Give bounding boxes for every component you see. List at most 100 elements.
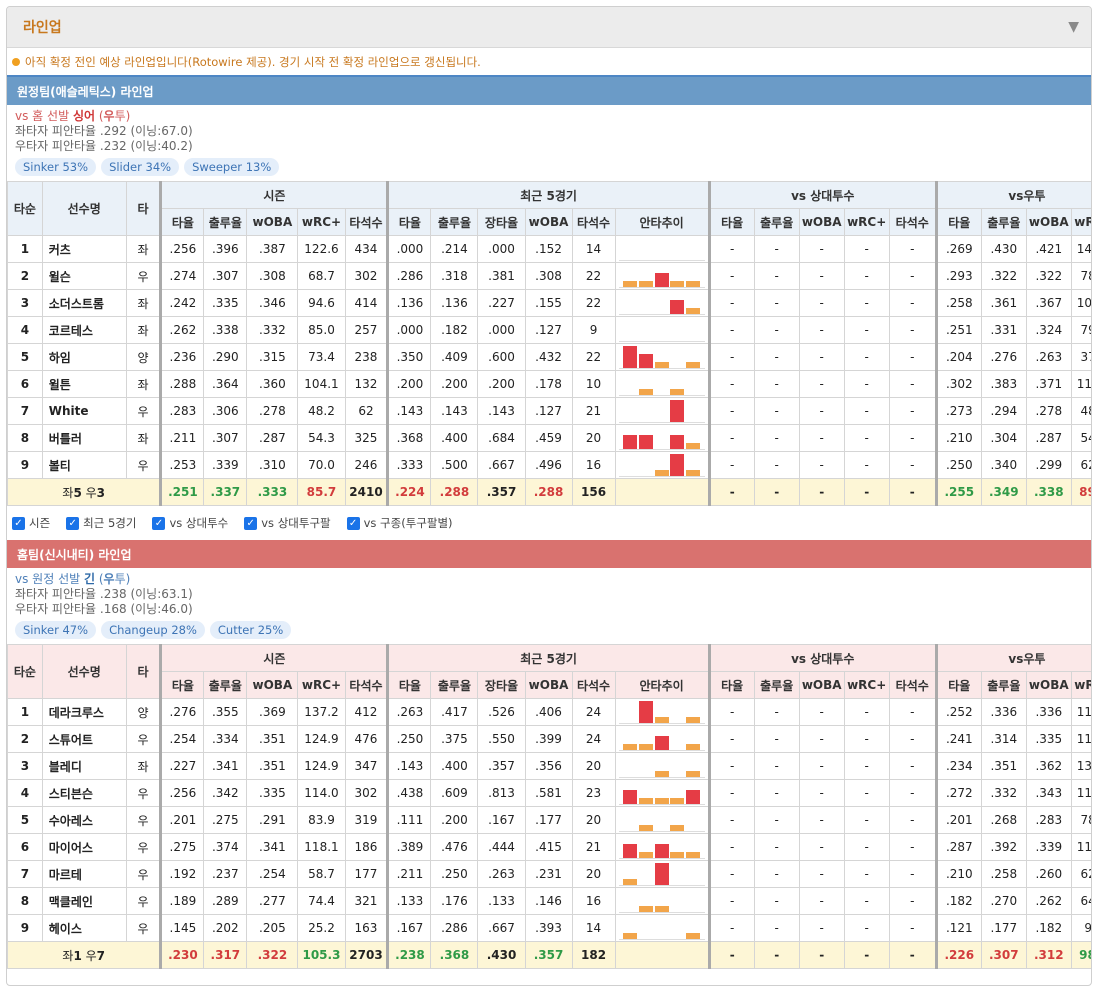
col-season-stat[interactable]: wOBA [246, 671, 299, 699]
recent-stat: 20 [571, 860, 616, 888]
season-stat: .211 [159, 424, 205, 452]
check-icon[interactable]: ✓ [66, 516, 80, 530]
col-season-stat[interactable]: wOBA [246, 208, 299, 236]
hit-trend-bar [654, 798, 669, 804]
col-vs-pitcher-stat[interactable]: 출루율 [753, 671, 800, 699]
player-name[interactable]: 스티븐슨 [41, 779, 127, 807]
recent-stat: .200 [430, 806, 479, 834]
col-recent-stat[interactable]: 타석수 [571, 208, 616, 236]
col-vs-pitcher-stat[interactable]: 타석수 [888, 208, 937, 236]
player-name[interactable]: 스튜어트 [41, 725, 127, 753]
col-vs-hand-stat[interactable]: wOBA [1025, 671, 1072, 699]
col-vs-pitcher-stat[interactable]: wRC+ [843, 671, 890, 699]
col-vs-hand-stat[interactable]: 타율 [934, 671, 982, 699]
col-season-stat[interactable]: wRC+ [297, 208, 346, 236]
vs-pitcher-stat: - [798, 914, 845, 942]
player-name[interactable]: 윌튼 [41, 370, 127, 398]
summary-vs-pitcher-stat: - [753, 478, 800, 506]
player-name[interactable]: White [41, 397, 127, 425]
hit-trend-bar [685, 744, 700, 750]
col-recent-stat[interactable]: 안타추이 [614, 208, 710, 236]
col-player[interactable]: 선수명 [41, 181, 127, 236]
col-vs-pitcher-stat[interactable]: 타율 [707, 208, 755, 236]
player-name[interactable]: 소더스트롬 [41, 289, 127, 317]
col-vs-hand-stat[interactable]: wOBA [1025, 208, 1072, 236]
col-season-stat[interactable]: 출루율 [203, 671, 248, 699]
col-vs-hand-stat[interactable]: 출루율 [980, 671, 1027, 699]
col-recent-stat[interactable]: 타석수 [571, 671, 616, 699]
player-name[interactable]: 헤이스 [41, 914, 127, 942]
filter-checkbox[interactable]: ✓ vs 상대투구팔 [244, 515, 331, 531]
col-vs-hand-stat[interactable]: 타율 [934, 208, 982, 236]
player-name[interactable]: 코르테스 [41, 316, 127, 344]
col-vs-pitcher-stat[interactable]: 타율 [707, 671, 755, 699]
player-name[interactable]: 하임 [41, 343, 127, 371]
col-recent-stat[interactable]: 타율 [386, 671, 432, 699]
player-name[interactable]: 수아레스 [41, 806, 127, 834]
collapse-triangle-icon[interactable]: ▼ [1068, 19, 1079, 35]
check-icon[interactable]: ✓ [152, 516, 166, 530]
vs-hand-stat: .302 [934, 370, 982, 398]
col-order[interactable]: 타순 [7, 644, 43, 699]
filter-checkbox[interactable]: ✓ 최근 5경기 [66, 515, 136, 531]
season-stat: 302 [344, 262, 389, 290]
batting-order: 3 [7, 289, 43, 317]
col-vs-hand-stat[interactable]: wRC+ [1070, 208, 1091, 236]
col-vs-pitcher-stat[interactable]: 출루율 [753, 208, 800, 236]
table-row: 3 블레디 좌 .227.341.351 124.9 347.143.400.357.… [7, 752, 1091, 780]
col-recent-stat[interactable]: 출루율 [430, 671, 479, 699]
panel-header[interactable]: 라인업 ▼ [7, 7, 1091, 48]
recent-stat: .286 [386, 262, 432, 290]
col-vs-pitcher-stat[interactable]: wOBA [798, 671, 845, 699]
col-hand[interactable]: 타 [125, 181, 162, 236]
col-vs-pitcher-stat[interactable]: wOBA [798, 208, 845, 236]
col-recent-stat[interactable]: 출루율 [430, 208, 479, 236]
player-name[interactable]: 데라크루스 [41, 698, 127, 726]
player-name[interactable]: 블레디 [41, 752, 127, 780]
player-name[interactable]: 볼티 [41, 451, 127, 479]
recent-stat: .146 [524, 887, 573, 915]
player-name[interactable]: 버틀러 [41, 424, 127, 452]
col-season-stat[interactable]: 타율 [159, 671, 205, 699]
col-player[interactable]: 선수명 [41, 644, 127, 699]
pitcher-name[interactable]: 긴 [84, 572, 95, 586]
player-name[interactable]: 커츠 [41, 235, 127, 263]
recent-stat: .609 [430, 779, 479, 807]
col-season-stat[interactable]: 타석수 [344, 671, 389, 699]
season-stat: .276 [159, 698, 205, 726]
col-season-stat[interactable]: 타율 [159, 208, 205, 236]
hit-trend-bar [623, 346, 638, 368]
col-recent-stat[interactable]: 장타율 [477, 671, 526, 699]
col-recent-stat[interactable]: 장타율 [477, 208, 526, 236]
season-stat: .334 [203, 725, 248, 753]
filter-checkbox[interactable]: ✓ 시즌 [12, 515, 50, 531]
col-vs-hand-stat[interactable]: wRC+ [1070, 671, 1091, 699]
col-recent-stat[interactable]: 타율 [386, 208, 432, 236]
recent-stat: .111 [386, 806, 432, 834]
col-season-stat[interactable]: 출루율 [203, 208, 248, 236]
recent-stat: .417 [430, 698, 479, 726]
col-vs-pitcher-stat[interactable]: 타석수 [888, 671, 937, 699]
col-order[interactable]: 타순 [7, 181, 43, 236]
check-icon[interactable]: ✓ [244, 516, 258, 530]
col-season-stat[interactable]: wRC+ [297, 671, 346, 699]
player-name[interactable]: 윌슨 [41, 262, 127, 290]
vs-hand-stat: .241 [934, 725, 982, 753]
check-icon[interactable]: ✓ [12, 516, 25, 530]
col-recent-stat[interactable]: wOBA [524, 671, 573, 699]
recent-stat: .389 [386, 833, 432, 861]
col-vs-pitcher-stat[interactable]: wRC+ [843, 208, 890, 236]
filter-checkbox[interactable]: ✓ vs 상대투수 [152, 515, 228, 531]
col-hand[interactable]: 타 [125, 644, 162, 699]
player-name[interactable]: 마르테 [41, 860, 127, 888]
filter-checkbox[interactable]: ✓ vs 구종(투구팔별) [346, 515, 453, 531]
pitcher-name[interactable]: 싱어 [73, 109, 95, 123]
player-name[interactable]: 마이어스 [41, 833, 127, 861]
check-icon[interactable]: ✓ [346, 516, 360, 530]
col-vs-hand-stat[interactable]: 출루율 [980, 208, 1027, 236]
col-recent-stat[interactable]: 안타추이 [614, 671, 710, 699]
col-season-stat[interactable]: 타석수 [344, 208, 389, 236]
season-stat: .277 [246, 887, 299, 915]
player-name[interactable]: 맥클레인 [41, 887, 127, 915]
col-recent-stat[interactable]: wOBA [524, 208, 573, 236]
